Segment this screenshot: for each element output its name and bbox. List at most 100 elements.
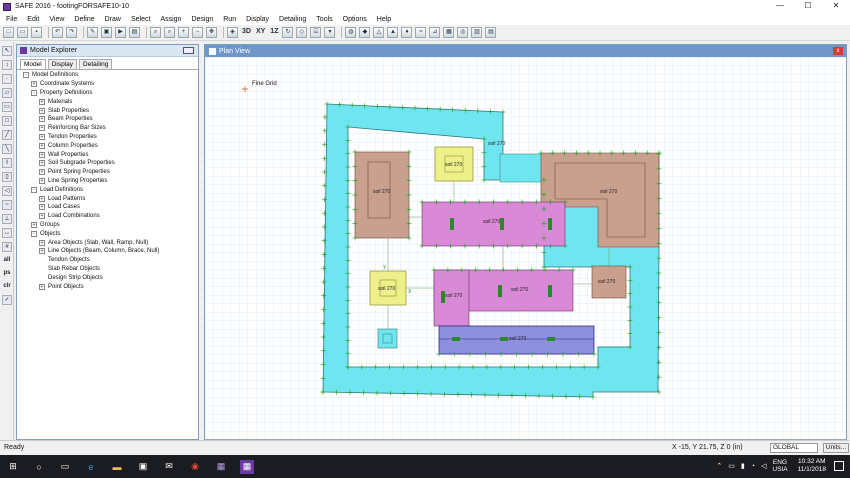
chrome-icon[interactable]: ◉: [188, 460, 202, 474]
safe-app-icon[interactable]: ▦: [240, 459, 254, 474]
menu-select[interactable]: Select: [131, 16, 150, 23]
etabs-app-icon[interactable]: ▦: [214, 460, 228, 474]
maximize-button[interactable]: ☐: [794, 0, 822, 13]
network-icon[interactable]: ▭: [728, 462, 735, 470]
search-icon[interactable]: ○: [32, 460, 46, 474]
tree-node[interactable]: - Model Definitions: [17, 71, 198, 80]
show-deformed-icon[interactable]: △: [373, 27, 385, 38]
plan-view-close-button[interactable]: x: [833, 47, 843, 55]
expand-icon[interactable]: +: [39, 248, 45, 255]
task-view-icon[interactable]: ▭: [58, 460, 72, 474]
dimension-icon[interactable]: ↔: [2, 228, 12, 238]
lock-icon[interactable]: ▣: [101, 27, 112, 38]
expand-icon[interactable]: +: [31, 221, 37, 228]
strip-design-icon[interactable]: ▦: [443, 27, 455, 38]
zoom-in-icon[interactable]: +: [178, 27, 189, 38]
draw-column-icon[interactable]: Ⅰ: [2, 158, 12, 168]
run-model-icon[interactable]: ▤: [129, 27, 140, 38]
tree-node[interactable]: + Line Spring Properties: [17, 177, 198, 186]
menu-view[interactable]: View: [49, 16, 64, 23]
menu-assign[interactable]: Assign: [160, 16, 181, 23]
tree-node[interactable]: - Objects: [17, 229, 198, 238]
show-reactions-icon[interactable]: ♦: [401, 27, 413, 38]
menu-tools[interactable]: Tools: [316, 16, 332, 23]
draw-beam-icon[interactable]: ╱: [2, 130, 12, 140]
expand-icon[interactable]: +: [39, 213, 45, 220]
expand-icon[interactable]: +: [39, 195, 45, 202]
expand-icon[interactable]: +: [39, 133, 45, 140]
rotate-icon[interactable]: ↻: [282, 27, 294, 38]
show-loads-icon[interactable]: ◆: [359, 27, 371, 38]
expand-icon[interactable]: +: [39, 239, 45, 246]
language-indicator[interactable]: ENG USIA: [772, 459, 787, 473]
open-folder-icon[interactable]: ▭: [17, 27, 28, 38]
plan-drawing[interactable]: Fine Grid soil 270 soil 270 soil 270 soi…: [205, 57, 846, 440]
expand-icon[interactable]: +: [39, 177, 45, 184]
collapse-icon[interactable]: -: [31, 89, 37, 96]
draw-support-icon[interactable]: ⊥: [2, 214, 12, 224]
menu-file[interactable]: File: [6, 16, 17, 23]
grid-icon[interactable]: #: [2, 242, 12, 252]
edge-browser-icon[interactable]: e: [84, 460, 98, 474]
menu-design[interactable]: Design: [191, 16, 213, 23]
tree-node[interactable]: + Tendon Properties: [17, 133, 198, 142]
draw-line-icon[interactable]: ╲: [2, 144, 12, 154]
previous-selection-button[interactable]: ps: [2, 269, 12, 278]
expand-icon[interactable]: +: [39, 125, 45, 132]
expand-icon[interactable]: +: [39, 98, 45, 105]
tree-node[interactable]: Tendon Objects: [17, 256, 198, 265]
shrink-icon[interactable]: ▾: [324, 27, 336, 38]
pan-icon[interactable]: ✥: [206, 27, 217, 38]
tree-node[interactable]: + Materials: [17, 97, 198, 106]
draw-area-icon[interactable]: ▭: [2, 102, 12, 112]
menu-display[interactable]: Display: [246, 16, 269, 23]
show-forces-icon[interactable]: ▲: [387, 27, 399, 38]
pointer-icon[interactable]: ↖: [2, 46, 12, 56]
coordinate-system-select[interactable]: GLOBAL: [770, 443, 818, 453]
units-button[interactable]: Units...: [823, 443, 849, 453]
draw-wall-icon[interactable]: ▯: [2, 172, 12, 182]
expand-icon[interactable]: +: [39, 160, 45, 167]
menu-draw[interactable]: Draw: [105, 16, 121, 23]
select-all-button[interactable]: all: [2, 256, 12, 265]
draw-strip-icon[interactable]: ◁: [2, 186, 12, 196]
draw-tendon-icon[interactable]: ~: [2, 200, 12, 210]
tab-detailing[interactable]: Detailing: [79, 59, 113, 69]
expand-icon[interactable]: +: [39, 116, 45, 123]
volume-icon[interactable]: ◁: [761, 462, 766, 470]
left-tan-footing[interactable]: [354, 151, 410, 239]
zoom-restore-icon[interactable]: ⌕: [164, 27, 175, 38]
collapse-icon[interactable]: -: [31, 186, 37, 193]
undo-icon[interactable]: ↶: [52, 27, 63, 38]
plan-view-canvas[interactable]: Fine Grid soil 270 soil 270 soil 270 soi…: [205, 57, 846, 440]
tree-node[interactable]: + Beam Properties: [17, 115, 198, 124]
tab-model[interactable]: Model: [20, 59, 46, 69]
file-explorer-icon[interactable]: ▬: [110, 460, 124, 474]
zoom-window-icon[interactable]: ⌕: [150, 27, 161, 38]
draw-rect-icon[interactable]: □: [2, 116, 12, 126]
slab-design-icon[interactable]: ⊿: [429, 27, 441, 38]
expand-icon[interactable]: +: [39, 204, 45, 211]
store-icon[interactable]: ▣: [136, 460, 150, 474]
battery-icon[interactable]: ▮: [741, 462, 745, 470]
view-1z-button[interactable]: 1Z: [269, 27, 279, 38]
deflection-icon[interactable]: ▥: [471, 27, 483, 38]
show-hidden-icons-icon[interactable]: ⌃: [716, 462, 722, 470]
object-shading-icon[interactable]: ◍: [345, 27, 357, 38]
tree-node[interactable]: + Column Properties: [17, 141, 198, 150]
tree-node[interactable]: Slab Rebar Objects: [17, 265, 198, 274]
expand-icon[interactable]: +: [39, 283, 45, 290]
tree-node[interactable]: + Load Combinations: [17, 212, 198, 221]
tree-node[interactable]: - Load Definitions: [17, 185, 198, 194]
show-moments-icon[interactable]: ≈: [415, 27, 427, 38]
menu-options[interactable]: Options: [343, 16, 367, 23]
tab-display[interactable]: Display: [47, 59, 78, 69]
edit-pencil-icon[interactable]: ✎: [87, 27, 98, 38]
collapse-icon[interactable]: -: [31, 230, 37, 237]
clock[interactable]: 10:32 AM 11/1/2018: [798, 458, 826, 474]
windows-start-icon[interactable]: ⊞: [6, 460, 20, 474]
tree-node[interactable]: + Area Objects (Slab, Wall, Ramp, Null): [17, 238, 198, 247]
tree-node[interactable]: + Load Cases: [17, 203, 198, 212]
menu-help[interactable]: Help: [377, 16, 391, 23]
wifi-icon[interactable]: ◔: [751, 463, 755, 470]
